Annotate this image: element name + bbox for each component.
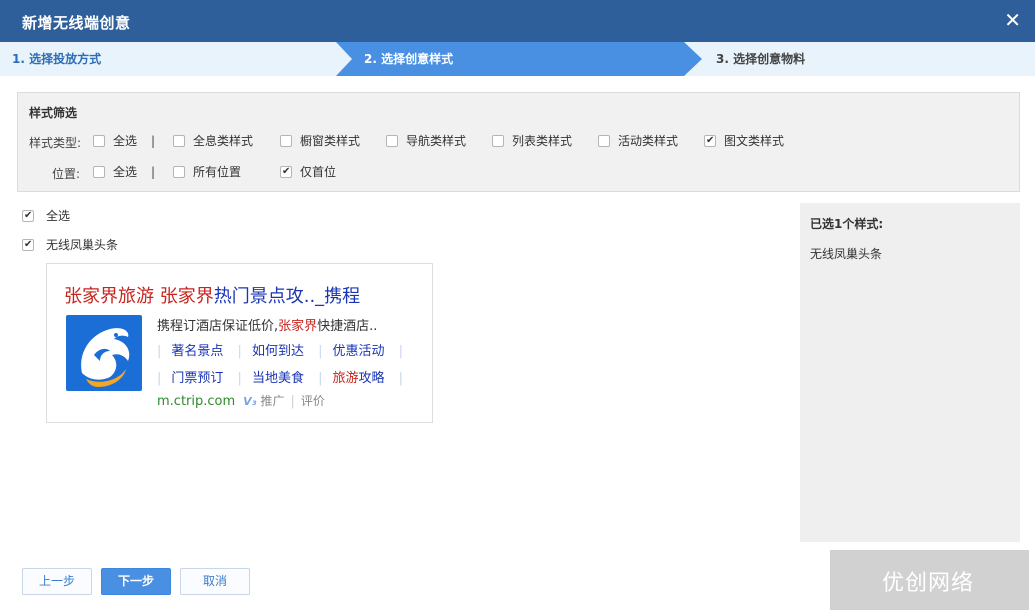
preview-footer: m.ctrip.com V₃ 推广 | 评价: [157, 394, 325, 409]
preview-links-row-1: | 著名景点 | 如何到达 | 优惠活动 |: [157, 344, 404, 359]
type-option-activity[interactable]: 活动类样式: [598, 133, 678, 149]
preview-description: 携程订酒店保证低价,张家界快捷酒店..: [157, 319, 378, 334]
selected-style-item: 无线凤巢头条: [810, 247, 883, 261]
close-icon[interactable]: ✕: [1004, 8, 1021, 32]
checkbox-icon[interactable]: [386, 135, 398, 147]
checkbox-checked-icon[interactable]: [280, 164, 292, 180]
cancel-button[interactable]: 取消: [180, 568, 250, 595]
checkbox-icon[interactable]: [173, 166, 185, 178]
ad-preview-card[interactable]: 张家界旅游 张家界热门景点攻.._携程 携程订酒店保证低价,张家界快捷酒店.. …: [46, 263, 433, 423]
separator: |: [151, 134, 156, 148]
selected-styles-panel: 已选1个样式: 无线凤巢头条: [800, 203, 1020, 542]
sitelink-promotions[interactable]: 优惠活动: [332, 344, 384, 359]
watermark-text: 优创网络: [882, 571, 975, 596]
type-option-image-text[interactable]: 图文类样式: [704, 133, 784, 149]
sitelink-travel-guide[interactable]: 旅游攻略: [332, 371, 384, 386]
dialog-titlebar: 新增无线端创意 ✕: [0, 0, 1035, 42]
v-badge-icon: V₃: [243, 395, 257, 408]
step-3: 3. 选择创意物料: [716, 52, 806, 66]
comment-label: 评价: [300, 394, 325, 408]
filter-title: 样式筛选: [29, 106, 78, 120]
type-label: 样式类型:: [29, 136, 82, 150]
separator: |: [151, 165, 156, 179]
position-option-any[interactable]: 所有位置: [173, 164, 241, 180]
type-option-navigation[interactable]: 导航类样式: [386, 133, 466, 149]
checkbox-icon[interactable]: [492, 135, 504, 147]
sitelink-tickets[interactable]: 门票预订: [171, 371, 223, 386]
position-option-top-only[interactable]: 仅首位: [280, 164, 336, 180]
checkbox-icon[interactable]: [598, 135, 610, 147]
style-item-wireless-headline[interactable]: 无线凤巢头条: [22, 237, 118, 253]
checkbox-icon[interactable]: [173, 135, 185, 147]
style-filter-panel: 样式筛选 样式类型: 全选 | 全息类样式 橱窗类样式 导航类样式 列表类样式 …: [17, 92, 1020, 192]
sitelink-famous-spots[interactable]: 著名景点: [171, 344, 223, 359]
next-step-button[interactable]: 下一步: [101, 568, 171, 595]
step-2-active: 2. 选择创意样式: [336, 42, 703, 76]
selected-count-title: 已选1个样式:: [810, 217, 884, 231]
checkbox-checked-icon[interactable]: [22, 208, 34, 224]
dialog-title: 新增无线端创意: [22, 14, 131, 32]
step-2-label: 2. 选择创意样式: [364, 52, 454, 66]
ad-label: 推广: [260, 394, 285, 408]
type-option-all[interactable]: 全选: [93, 133, 137, 149]
checkbox-icon[interactable]: [93, 135, 105, 147]
type-option-list[interactable]: 列表类样式: [492, 133, 572, 149]
preview-url: m.ctrip.com: [157, 394, 236, 409]
style-select-all[interactable]: 全选: [22, 208, 70, 224]
position-label: 位置:: [52, 167, 81, 181]
position-option-all[interactable]: 全选: [93, 164, 137, 180]
checkbox-checked-icon[interactable]: [704, 133, 716, 149]
checkbox-checked-icon[interactable]: [22, 237, 34, 253]
preview-links-row-2: | 门票预订 | 当地美食 | 旅游攻略 |: [157, 371, 404, 386]
ctrip-dolphin-logo-icon: [66, 315, 142, 391]
checkbox-icon[interactable]: [93, 166, 105, 178]
preview-title: 张家界旅游 张家界热门景点攻.._携程: [64, 286, 361, 307]
filter-position-row: 位置: 全选 | 所有位置 仅首位: [18, 163, 1019, 181]
sitelink-local-food[interactable]: 当地美食: [252, 371, 304, 386]
step-1: 1. 选择投放方式: [12, 52, 102, 66]
type-option-holographic[interactable]: 全息类样式: [173, 133, 253, 149]
watermark: 优创网络: [830, 550, 1029, 610]
sitelink-how-to-get[interactable]: 如何到达: [252, 344, 304, 359]
filter-type-row: 样式类型: 全选 | 全息类样式 橱窗类样式 导航类样式 列表类样式 活动类样式…: [18, 132, 1019, 150]
prev-step-button[interactable]: 上一步: [22, 568, 92, 595]
checkbox-icon[interactable]: [280, 135, 292, 147]
step-indicator: 1. 选择投放方式 2. 选择创意样式 3. 选择创意物料: [0, 42, 1035, 76]
type-option-showcase[interactable]: 橱窗类样式: [280, 133, 360, 149]
